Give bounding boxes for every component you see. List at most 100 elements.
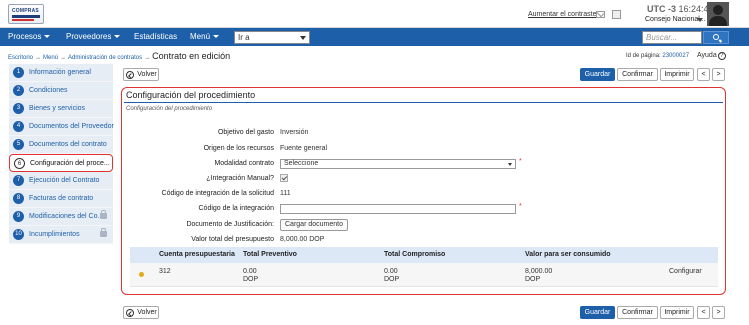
codigo-solicitud-row: Código de integración de la solicitud: [122, 190, 274, 200]
valor-label: Valor total del presupuesto: [191, 236, 274, 243]
modalidad-row: Modalidad contrato: [122, 160, 274, 170]
modalidad-label: Modalidad contrato: [214, 160, 274, 167]
confirm-button-top[interactable]: Confirmar: [617, 68, 658, 81]
step-modificaciones[interactable]: 9 Modificaciones del Co...: [9, 208, 113, 226]
compras-logo[interactable]: COMPRAS: [8, 4, 44, 24]
save-button-bottom[interactable]: Guardar: [580, 306, 615, 319]
chevron-down-icon: [300, 36, 306, 40]
help-button[interactable]: Ayuda?: [697, 52, 726, 60]
step-facturas-contrato[interactable]: 8 Facturas de contrato: [9, 190, 113, 208]
lock-icon: [100, 210, 107, 219]
arrow-left-icon: [126, 309, 134, 317]
col-cuenta: Cuenta presupuestaria: [159, 251, 235, 258]
panel-title: Configuración del procedimiento: [126, 90, 256, 100]
increase-contrast-link[interactable]: Aumentar el contraste: [528, 11, 596, 18]
prev-button-top[interactable]: <: [697, 68, 710, 81]
logo-text: COMPRAS: [12, 8, 39, 14]
objetivo-row: Objetivo del gasto: [122, 129, 274, 139]
integracion-checkbox[interactable]: [280, 174, 288, 182]
step-incumplimientos[interactable]: 10 Incumplimientos: [9, 226, 113, 244]
origen-label: Origen de los recursos: [203, 145, 274, 152]
next-button-bottom[interactable]: >: [712, 306, 725, 319]
step-documentos-contrato[interactable]: 5 Documentos del contrato: [9, 136, 113, 154]
panel-subtitle: Configuración del procedimiento: [126, 106, 213, 112]
procedure-config-panel: Configuración del procedimiento Configur…: [121, 87, 726, 295]
table-row: 312 0.00 DOP 0.00 DOP 8,000.00 DOP Confi…: [130, 263, 718, 287]
prev-button-bottom[interactable]: <: [697, 306, 710, 319]
lock-icon: [100, 228, 107, 237]
configurar-link[interactable]: Configurar: [669, 268, 702, 276]
page-title: Contrato en edición: [152, 51, 231, 61]
modalidad-select[interactable]: Seleccione: [280, 159, 516, 169]
chevron-down-icon: [114, 35, 121, 39]
calendar-icon[interactable]: [612, 10, 621, 19]
search-input[interactable]: Buscar...: [642, 31, 702, 44]
nav-estadisticas[interactable]: Estadísticas: [134, 32, 177, 41]
nav-menu[interactable]: Menú: [190, 32, 220, 41]
codigo-integracion-label: Código de la integración: [198, 205, 275, 212]
search-icon: [713, 34, 719, 40]
integracion-row: ¿Integración Manual?: [122, 175, 274, 185]
chevron-down-icon[interactable]: [697, 18, 703, 22]
status-dot-icon: [139, 272, 144, 277]
col-preventivo: Total Preventivo: [243, 251, 297, 258]
col-valor: Valor para ser consumido: [525, 251, 611, 258]
back-button-top[interactable]: Volver: [123, 68, 159, 81]
help-icon: ?: [717, 52, 726, 60]
breadcrumb-admin-contratos[interactable]: Administración de contratos: [68, 55, 142, 61]
codigo-integracion-row: Código de la integración: [122, 205, 275, 215]
panel-divider: [124, 102, 723, 103]
cell-compromiso-currency: DOP: [384, 276, 400, 283]
required-mark: *: [519, 203, 522, 210]
top-header: COMPRAS Aumentar el contraste UTC -3 16:…: [0, 0, 749, 28]
valor-value: 8,000.00 DOP: [280, 236, 325, 243]
step-ejecucion-contrato[interactable]: 7 Ejecución del Contrato: [9, 172, 113, 190]
origen-row: Origen de los recursos: [122, 145, 274, 155]
goto-select[interactable]: Ir a: [234, 31, 310, 44]
cell-preventivo-amount: 0.00: [243, 268, 257, 275]
cell-valor-currency: DOP: [525, 276, 541, 283]
objetivo-label: Objetivo del gasto: [217, 129, 274, 136]
print-button-top[interactable]: Imprimir: [660, 68, 694, 81]
chevron-down-icon: [213, 35, 220, 39]
avatar[interactable]: [707, 2, 729, 26]
cell-cuenta: 312: [159, 268, 171, 275]
required-mark: *: [519, 158, 522, 165]
confirm-button-bottom[interactable]: Confirmar: [617, 306, 658, 319]
mail-icon[interactable]: [596, 11, 605, 18]
col-compromiso: Total Compromiso: [384, 251, 446, 258]
valor-row: Valor total del presupuesto: [122, 236, 274, 246]
main-nav: Procesos Proveedores Estadísticas Menú I…: [0, 28, 749, 46]
step-configuracion-procedimiento[interactable]: 6 Configuración del proce...: [9, 154, 113, 172]
back-button-bottom[interactable]: Volver: [123, 306, 159, 319]
arrow-right-icon: →: [35, 55, 42, 61]
codigo-solicitud-label: Código de integración de la solicitud: [161, 190, 274, 197]
chevron-down-icon: [44, 35, 51, 39]
nav-procesos[interactable]: Procesos: [8, 32, 51, 41]
upload-document-button[interactable]: Cargar documento: [280, 219, 348, 231]
arrow-left-icon: [126, 71, 134, 79]
search-button[interactable]: [703, 31, 729, 44]
cell-preventivo-currency: DOP: [243, 276, 259, 283]
step-informacion-general[interactable]: 1 Información general: [9, 64, 113, 82]
nav-proveedores[interactable]: Proveedores: [66, 32, 121, 41]
documento-label: Documento de Justificación:: [186, 221, 274, 228]
documento-row: Documento de Justificación:: [122, 221, 274, 231]
chevron-down-icon: [508, 163, 512, 166]
codigo-integracion-input[interactable]: [280, 204, 516, 214]
codigo-solicitud-value: 111: [280, 190, 291, 197]
step-bienes-servicios[interactable]: 3 Bienes y servicios: [9, 100, 113, 118]
integracion-label: ¿Integración Manual?: [206, 175, 274, 182]
save-button-top[interactable]: Guardar: [580, 68, 615, 81]
step-condiciones[interactable]: 2 Condiciones: [9, 82, 113, 100]
breadcrumb-menu[interactable]: Menú: [43, 55, 58, 61]
cell-compromiso-amount: 0.00: [384, 268, 398, 275]
arrow-right-icon: →: [144, 55, 151, 61]
next-button-top[interactable]: >: [712, 68, 725, 81]
print-button-bottom[interactable]: Imprimir: [660, 306, 694, 319]
origen-value: Fuente general: [280, 145, 328, 152]
breadcrumb-escritorio[interactable]: Escritorio: [8, 55, 33, 61]
breadcrumb: Escritorio → Menú → Administración de contra…: [8, 51, 230, 61]
step-documentos-proveedor[interactable]: 4 Documentos del Proveedor: [9, 118, 114, 136]
utc-clock: UTC -3 16:24:46: [647, 4, 714, 14]
